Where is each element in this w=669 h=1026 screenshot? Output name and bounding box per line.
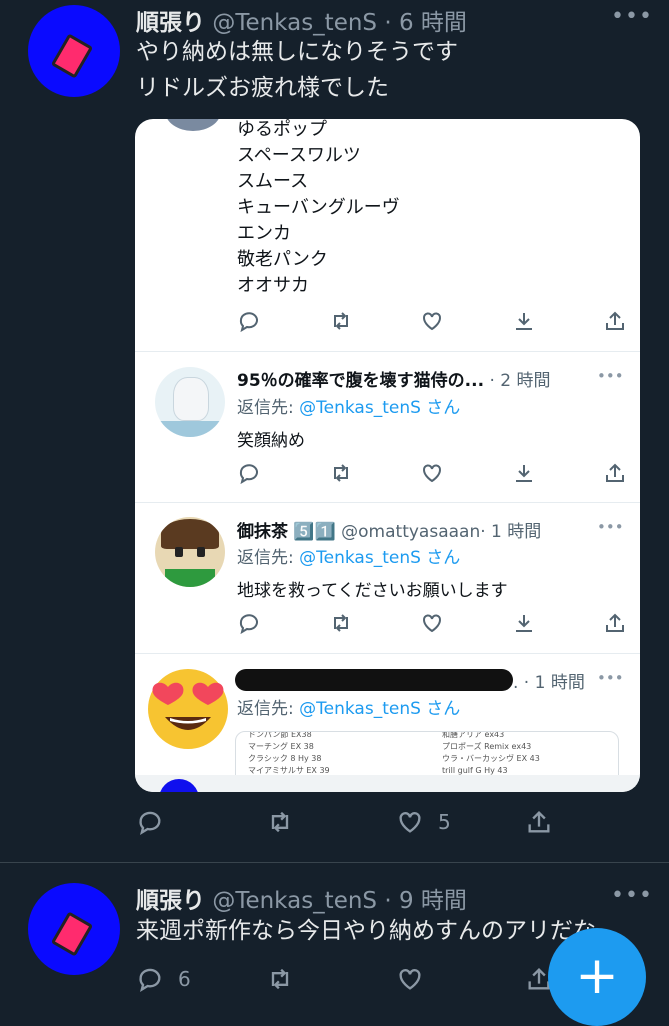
embedded-actions-0: [237, 309, 627, 333]
reply-button[interactable]: [136, 808, 164, 836]
tweet-1[interactable]: 順張り @Tenkas_tenS · 6 時間 ••• やり納めは無しになりそう…: [0, 0, 669, 862]
heart-eyes-emoji-avatar: [143, 659, 233, 749]
like-icon: [423, 614, 441, 633]
reply-avatar-2: [155, 517, 225, 587]
reply-icon: [139, 968, 161, 992]
embedded-divider: [135, 351, 640, 352]
retweet-icon: [333, 464, 348, 482]
list-line: オオサカ: [237, 275, 309, 296]
tweet-text-line-1: やり納めは無しになりそうです: [136, 39, 458, 65]
reply-name: 95％の確率で腹を壊す猫侍の...: [237, 371, 485, 391]
list-line: エンカ: [237, 223, 291, 244]
like-button[interactable]: [396, 965, 424, 993]
reply-icon: [239, 312, 258, 333]
display-name[interactable]: 順張り: [136, 10, 205, 36]
like-icon: [423, 312, 441, 331]
timestamp[interactable]: · 6 時間: [384, 10, 467, 36]
reply-more-icon: •••: [597, 669, 624, 687]
retweet-icon: [333, 312, 348, 330]
reply-header-1: 95％の確率で腹を壊す猫侍の... · 2 時間: [237, 366, 550, 391]
retweet-icon: [271, 968, 289, 990]
share-icon: [528, 811, 550, 833]
partial-reply-bar: [135, 775, 640, 792]
embedded-actions-2: [237, 611, 627, 635]
redacted-name-bar: [235, 669, 513, 691]
retweet-button[interactable]: [266, 808, 294, 836]
list-line: スムース: [237, 171, 309, 192]
retweet-button[interactable]: [266, 965, 294, 993]
reply-badges: 5️⃣1️⃣: [293, 522, 336, 542]
embedded-actions-1: [237, 461, 627, 485]
tweet-image[interactable]: ゆるポップ スペースワルツ スムース キューバングルーヴ エンカ 敬老パンク オ…: [135, 119, 640, 792]
like-button[interactable]: 5: [396, 808, 451, 836]
share-button[interactable]: [525, 808, 553, 836]
reply-to-1: 返信先: @Tenkas_tenS さん: [237, 398, 461, 418]
tweet-header: 順張り @Tenkas_tenS · 6 時間: [136, 3, 467, 37]
embedded-divider: [135, 502, 640, 503]
reply-icon: [239, 464, 258, 485]
list-line: キューバングルーヴ: [237, 197, 400, 218]
reply-icon: [139, 811, 161, 835]
reply-text-1: 笑顔納め: [237, 431, 305, 451]
reply-time: . · 1 時間: [513, 673, 585, 693]
reply-count: 6: [178, 967, 191, 991]
handle[interactable]: @Tenkas_tenS: [212, 10, 377, 36]
like-icon: [423, 464, 441, 483]
download-icon: [515, 615, 532, 632]
list-line: スペースワルツ: [237, 145, 361, 166]
reply-more-icon: •••: [597, 518, 624, 536]
reply-to-3: 返信先: @Tenkas_tenS さん: [237, 699, 461, 719]
like-icon: [399, 969, 421, 990]
compose-tweet-button[interactable]: +: [548, 928, 646, 1026]
timestamp[interactable]: · 9 時間: [384, 888, 467, 914]
user-avatar[interactable]: [28, 5, 120, 97]
tweet-header: 順張り @Tenkas_tenS · 9 時間: [136, 881, 467, 915]
avatar-card-image: [50, 911, 94, 957]
share-icon: [606, 613, 624, 632]
embedded-text-list: ゆるポップ スペースワルツ スムース キューバングルーヴ エンカ 敬老パンク オ…: [237, 119, 400, 299]
embedded-divider: [135, 653, 640, 654]
list-line: ゆるポップ: [237, 119, 327, 140]
download-icon: [515, 465, 532, 482]
reply-to-2: 返信先: @Tenkas_tenS さん: [237, 548, 461, 568]
list-line: 敬老パンク: [237, 249, 328, 270]
share-icon: [606, 463, 624, 482]
tweet-text-line-1: 来週ポ新作なら今日やり納めすんのアリだな: [136, 918, 596, 944]
reply-handle: @omattyasaaan: [341, 522, 481, 542]
reply-header-2: 御抹茶 5️⃣1️⃣ @omattyasaaan· 1 時間: [237, 517, 541, 542]
reply-avatar-1: [155, 367, 225, 437]
retweet-icon: [271, 811, 289, 833]
like-count: 5: [438, 810, 451, 834]
reply-text-2: 地球を救ってくださいお願いします: [237, 581, 508, 601]
reply-icon: [239, 614, 258, 635]
reply-time: · 1 時間: [480, 522, 542, 542]
like-icon: [399, 812, 421, 833]
reply-more-icon: •••: [597, 367, 624, 385]
reply-button[interactable]: 6: [136, 965, 191, 993]
handle[interactable]: @Tenkas_tenS: [212, 888, 377, 914]
share-icon: [606, 311, 624, 330]
partial-avatar-top: [165, 119, 221, 131]
reply-name: 御抹茶: [237, 522, 288, 542]
display-name[interactable]: 順張り: [136, 888, 205, 914]
download-icon: [515, 313, 532, 330]
user-avatar[interactable]: [28, 883, 120, 975]
more-options-icon[interactable]: •••: [611, 4, 653, 29]
more-options-icon[interactable]: •••: [611, 883, 653, 908]
tweet-text-line-2: リドルズお疲れ様でした: [136, 75, 389, 101]
reply-time: · 2 時間: [489, 371, 551, 391]
reply-header-3: . · 1 時間: [513, 668, 585, 693]
avatar-card-image: [50, 33, 94, 79]
retweet-icon: [333, 614, 348, 632]
